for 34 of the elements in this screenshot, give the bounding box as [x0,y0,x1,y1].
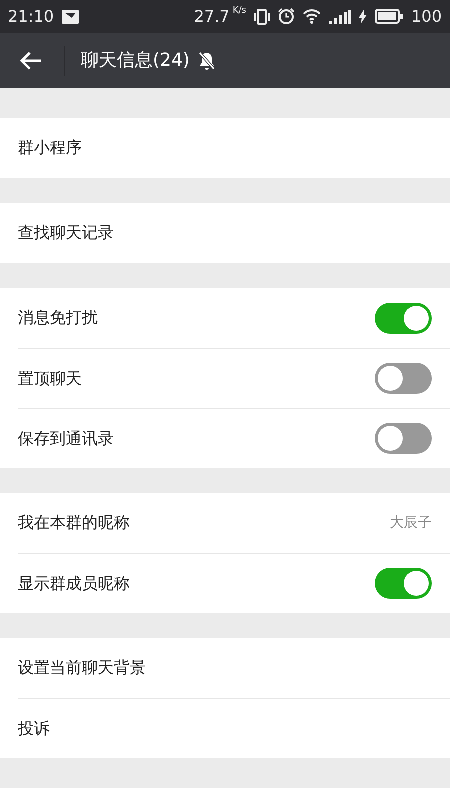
settings-row[interactable]: 显示群成员昵称 [18,553,450,613]
row-label: 消息免打扰 [18,307,98,329]
toggle-switch[interactable] [375,423,432,454]
alarm-icon [278,8,296,25]
settings-row[interactable]: 置顶聊天 [18,348,450,408]
network-speed: 27.7 [194,6,230,28]
settings-row[interactable]: 投诉 [18,698,450,758]
row-label: 置顶聊天 [18,368,82,390]
wifi-icon [303,9,322,24]
row-label: 群小程序 [18,137,82,159]
clock: 21:10 [8,6,54,28]
toggle-switch[interactable] [375,302,432,334]
row-label: 我在本群的昵称 [18,512,130,534]
row-label: 设置当前聊天背景 [18,657,146,679]
vibrate-icon [254,8,270,24]
settings-row[interactable]: 设置当前聊天背景 [18,638,450,698]
row-value: 大辰子 [390,514,432,532]
back-arrow-icon[interactable] [20,52,42,70]
toggle-switch[interactable] [375,568,432,599]
row-label: 查找聊天记录 [18,222,114,244]
screen-title: 聊天信息(24) [81,49,190,73]
charging-icon [359,10,368,24]
settings-row[interactable]: 我在本群的昵称 大辰子 [18,493,450,553]
settings-row[interactable]: 保存到通讯录 [18,408,450,468]
speed-unit: K/s [232,4,246,18]
settings-row[interactable]: 消息免打扰 [18,288,450,348]
toggle-switch[interactable] [375,363,432,394]
row-label: 显示群成员昵称 [18,572,130,594]
row-label: 投诉 [18,718,50,740]
battery-icon [375,9,404,24]
battery-level: 100 [411,6,442,28]
image-notification-icon [62,10,80,24]
signal-icon [329,10,352,24]
row-label: 保存到通讯录 [18,428,114,450]
